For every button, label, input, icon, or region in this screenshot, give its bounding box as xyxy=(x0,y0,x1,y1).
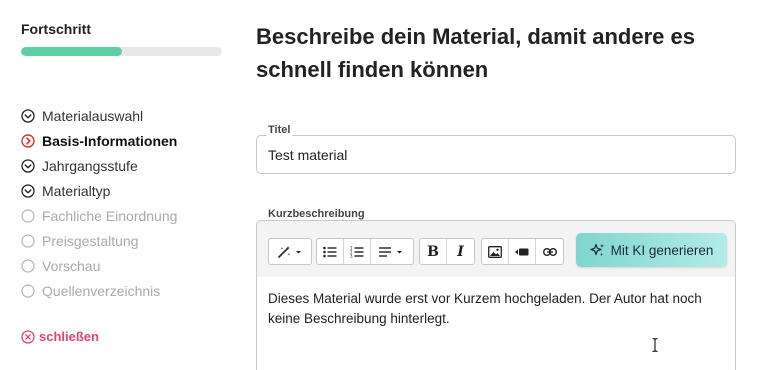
close-circle-icon xyxy=(21,329,35,344)
empty-circle-icon xyxy=(21,208,35,223)
step-label: Materialtyp xyxy=(42,182,111,199)
short-description-text[interactable]: Dieses Material wurde erst vor Kurzem ho… xyxy=(268,289,726,329)
step-label: Materialauswahl xyxy=(42,107,144,124)
sparkles-icon xyxy=(589,243,605,258)
step-label: Jahrgangsstufe xyxy=(42,157,138,174)
svg-text:3: 3 xyxy=(350,253,353,258)
step-jahrgangsstufe[interactable]: Jahrgangsstufe xyxy=(21,153,177,178)
text-cursor-icon xyxy=(652,338,658,352)
italic-icon: I xyxy=(457,243,464,260)
step-label: Vorschau xyxy=(42,257,101,274)
editor-toolbar: 123 B I Mit KI generieren xyxy=(257,221,735,277)
italic-button[interactable]: I xyxy=(447,239,474,264)
empty-circle-icon xyxy=(21,233,35,248)
progress-bar-fill xyxy=(21,47,122,56)
progress-bar xyxy=(21,47,222,56)
progress-sidebar: Fortschritt Materialauswahl Basis-Inform… xyxy=(21,0,222,370)
chevron-right-circle-icon xyxy=(21,133,35,148)
title-field-label: Titel xyxy=(266,124,293,136)
toolbar-group-format: B I xyxy=(419,238,475,265)
video-icon xyxy=(515,247,529,257)
image-icon xyxy=(488,245,502,258)
numbered-list-button[interactable]: 123 xyxy=(344,239,371,264)
step-materialtyp[interactable]: Materialtyp xyxy=(21,178,177,203)
step-materialauswahl[interactable]: Materialauswahl xyxy=(21,103,177,128)
short-description-label: Kurzbeschreibung xyxy=(266,208,367,220)
magic-wand-icon xyxy=(277,245,303,259)
bullet-list-icon xyxy=(323,246,337,258)
numbered-list-icon: 123 xyxy=(350,246,364,258)
short-description-editor[interactable]: 123 B I Mit KI generieren Dieses Materia… xyxy=(256,220,736,370)
step-label: Fachliche Einordnung xyxy=(42,207,178,224)
check-circle-icon xyxy=(21,108,35,123)
step-basis-informationen[interactable]: Basis-Informationen xyxy=(21,128,177,153)
empty-circle-icon xyxy=(21,283,35,298)
step-fachliche-einordnung: Fachliche Einordnung xyxy=(21,203,177,228)
toolbar-group-magic xyxy=(268,238,312,265)
progress-title: Fortschritt xyxy=(21,21,91,37)
align-icon xyxy=(379,246,405,258)
toolbar-group-media xyxy=(481,238,564,265)
step-label: Basis-Informationen xyxy=(42,132,178,149)
check-circle-icon xyxy=(21,158,35,173)
close-label: schließen xyxy=(39,329,99,344)
empty-circle-icon xyxy=(21,258,35,273)
step-vorschau: Vorschau xyxy=(21,253,177,278)
magic-wand-dropdown[interactable] xyxy=(269,239,311,264)
step-label: Preisgestaltung xyxy=(42,232,139,249)
title-input[interactable] xyxy=(256,135,736,174)
step-quellenverzeichnis: Quellenverzeichnis xyxy=(21,278,177,303)
step-list: Materialauswahl Basis-Informationen Jahr… xyxy=(21,103,177,303)
step-label: Quellenverzeichnis xyxy=(42,282,161,299)
insert-image-button[interactable] xyxy=(482,239,509,264)
bold-icon: B xyxy=(427,243,439,260)
toolbar-group-lists: 123 xyxy=(316,238,414,265)
close-button[interactable]: schließen xyxy=(21,329,99,344)
insert-link-button[interactable] xyxy=(536,239,563,264)
ai-generate-label: Mit KI generieren xyxy=(610,242,714,258)
bullet-list-button[interactable] xyxy=(317,239,344,264)
check-circle-icon xyxy=(21,183,35,198)
link-icon xyxy=(542,247,557,257)
step-preisgestaltung: Preisgestaltung xyxy=(21,228,177,253)
page-title: Beschreibe dein Material, damit andere e… xyxy=(256,24,695,82)
align-dropdown[interactable] xyxy=(371,239,413,264)
insert-video-button[interactable] xyxy=(509,239,536,264)
ai-generate-button[interactable]: Mit KI generieren xyxy=(576,233,727,267)
bold-button[interactable]: B xyxy=(420,239,447,264)
